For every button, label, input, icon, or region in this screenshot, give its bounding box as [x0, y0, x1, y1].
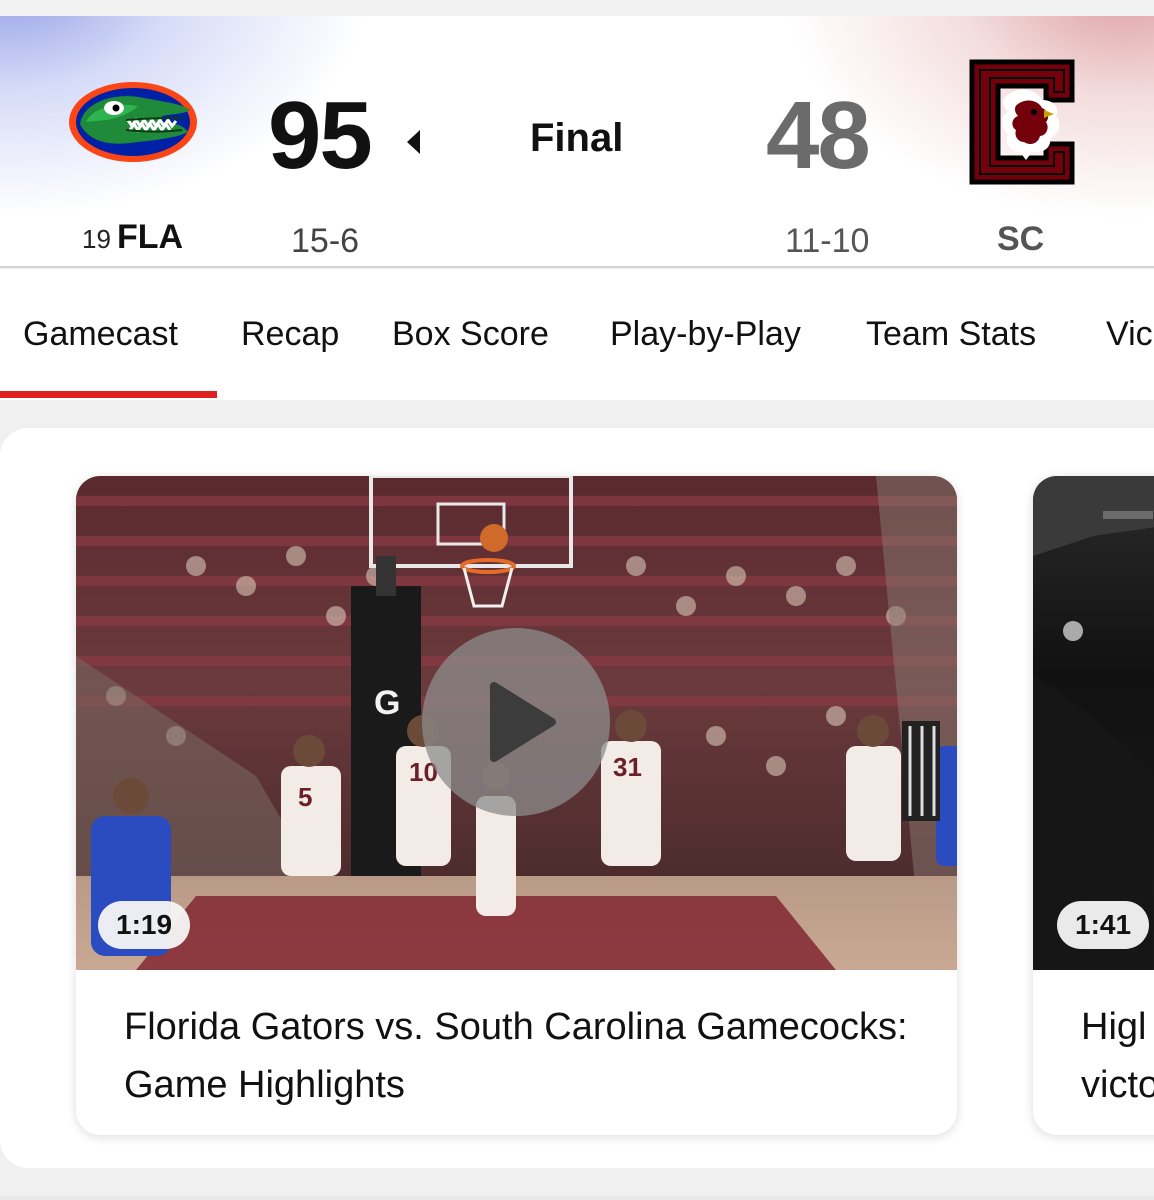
- video-thumbnail[interactable]: G 5 10 31 1:19: [76, 476, 957, 970]
- active-tab-indicator: [0, 391, 217, 398]
- page-bottom-edge: [0, 1196, 1154, 1200]
- svg-text:5: 5: [298, 782, 312, 812]
- florida-gators-logo-icon[interactable]: [66, 78, 200, 166]
- scoreboard-divider: [0, 266, 1154, 268]
- away-team-score: 95: [268, 82, 373, 189]
- svg-text:31: 31: [613, 752, 642, 782]
- home-team-abbr[interactable]: SC: [997, 220, 1044, 259]
- play-icon: [490, 682, 556, 762]
- winner-arrow-icon: [407, 130, 420, 154]
- tab-gamecast[interactable]: Gamecast: [23, 315, 178, 354]
- video-title[interactable]: Higl victo: [1081, 998, 1154, 1114]
- tab-play-by-play[interactable]: Play-by-Play: [610, 315, 801, 354]
- video-duration-badge: 1:19: [98, 901, 191, 949]
- video-card[interactable]: 1:41 Higl victo: [1033, 476, 1154, 1135]
- tab-videos[interactable]: Vic: [1106, 315, 1153, 354]
- video-title-line: victo: [1081, 1064, 1154, 1106]
- scoreboard: 19 FLA 95 15-6 Final 48 11-10 SC: [0, 16, 1154, 268]
- video-thumbnail[interactable]: 1:41: [1033, 476, 1154, 970]
- home-team-record: 11-10: [785, 222, 870, 260]
- play-button[interactable]: [422, 628, 610, 816]
- home-team-score: 48: [766, 82, 871, 189]
- video-duration-badge: 1:41: [1057, 901, 1150, 949]
- gamecast-page: 19 FLA 95 15-6 Final 48 11-10 SC Gamecas…: [0, 0, 1154, 1200]
- away-team-abbr[interactable]: FLA: [117, 218, 183, 257]
- game-status: Final: [530, 116, 624, 160]
- video-title[interactable]: Florida Gators vs. South Carolina Gameco…: [124, 998, 914, 1114]
- svg-text:G: G: [374, 684, 400, 722]
- tab-team-stats[interactable]: Team Stats: [866, 315, 1036, 354]
- video-title-line: Higl: [1081, 1006, 1147, 1048]
- video-thumbnail-image: [1033, 476, 1154, 970]
- game-tabs: Gamecast Recap Box Score Play-by-Play Te…: [0, 269, 1154, 400]
- tab-box-score[interactable]: Box Score: [392, 315, 549, 354]
- status-bar-area: [0, 0, 1154, 16]
- south-carolina-gamecocks-logo-icon[interactable]: [962, 56, 1082, 188]
- video-card[interactable]: G 5 10 31 1:19 Florida Gators vs. South …: [76, 476, 957, 1135]
- away-team-rank: 19: [82, 224, 111, 254]
- tab-recap[interactable]: Recap: [241, 315, 339, 354]
- away-team-record: 15-6: [291, 222, 360, 260]
